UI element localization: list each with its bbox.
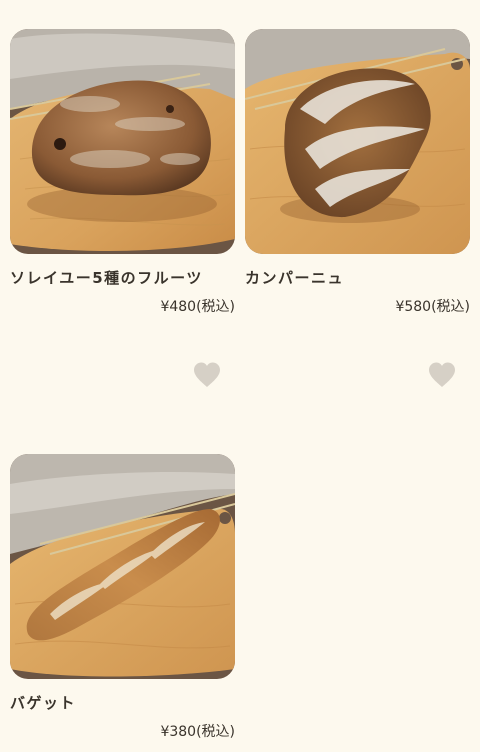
- product-price: ¥580(税込): [395, 299, 470, 315]
- product-grid: ソレイユー5種のフルーツ ¥480(税込) カンパーニュ ¥580(税込) バゲ…: [0, 0, 480, 752]
- favorite-button[interactable]: [427, 361, 457, 389]
- product-name[interactable]: バゲット: [10, 693, 235, 713]
- product-image[interactable]: [10, 29, 235, 254]
- product-card[interactable]: カンパーニュ ¥580(税込): [245, 29, 470, 387]
- product-price: ¥380(税込): [160, 724, 235, 740]
- favorite-button[interactable]: [192, 361, 222, 389]
- heart-icon: [194, 362, 220, 387]
- product-card[interactable]: バゲット ¥380(税込): [10, 454, 235, 741]
- product-name[interactable]: ソレイユー5種のフルーツ: [10, 268, 235, 288]
- heart-icon: [429, 362, 455, 387]
- product-name[interactable]: カンパーニュ: [245, 268, 470, 288]
- product-price: ¥480(税込): [160, 299, 235, 315]
- product-image[interactable]: [245, 29, 470, 254]
- product-image[interactable]: [10, 454, 235, 679]
- product-card[interactable]: ソレイユー5種のフルーツ ¥480(税込): [10, 29, 235, 387]
